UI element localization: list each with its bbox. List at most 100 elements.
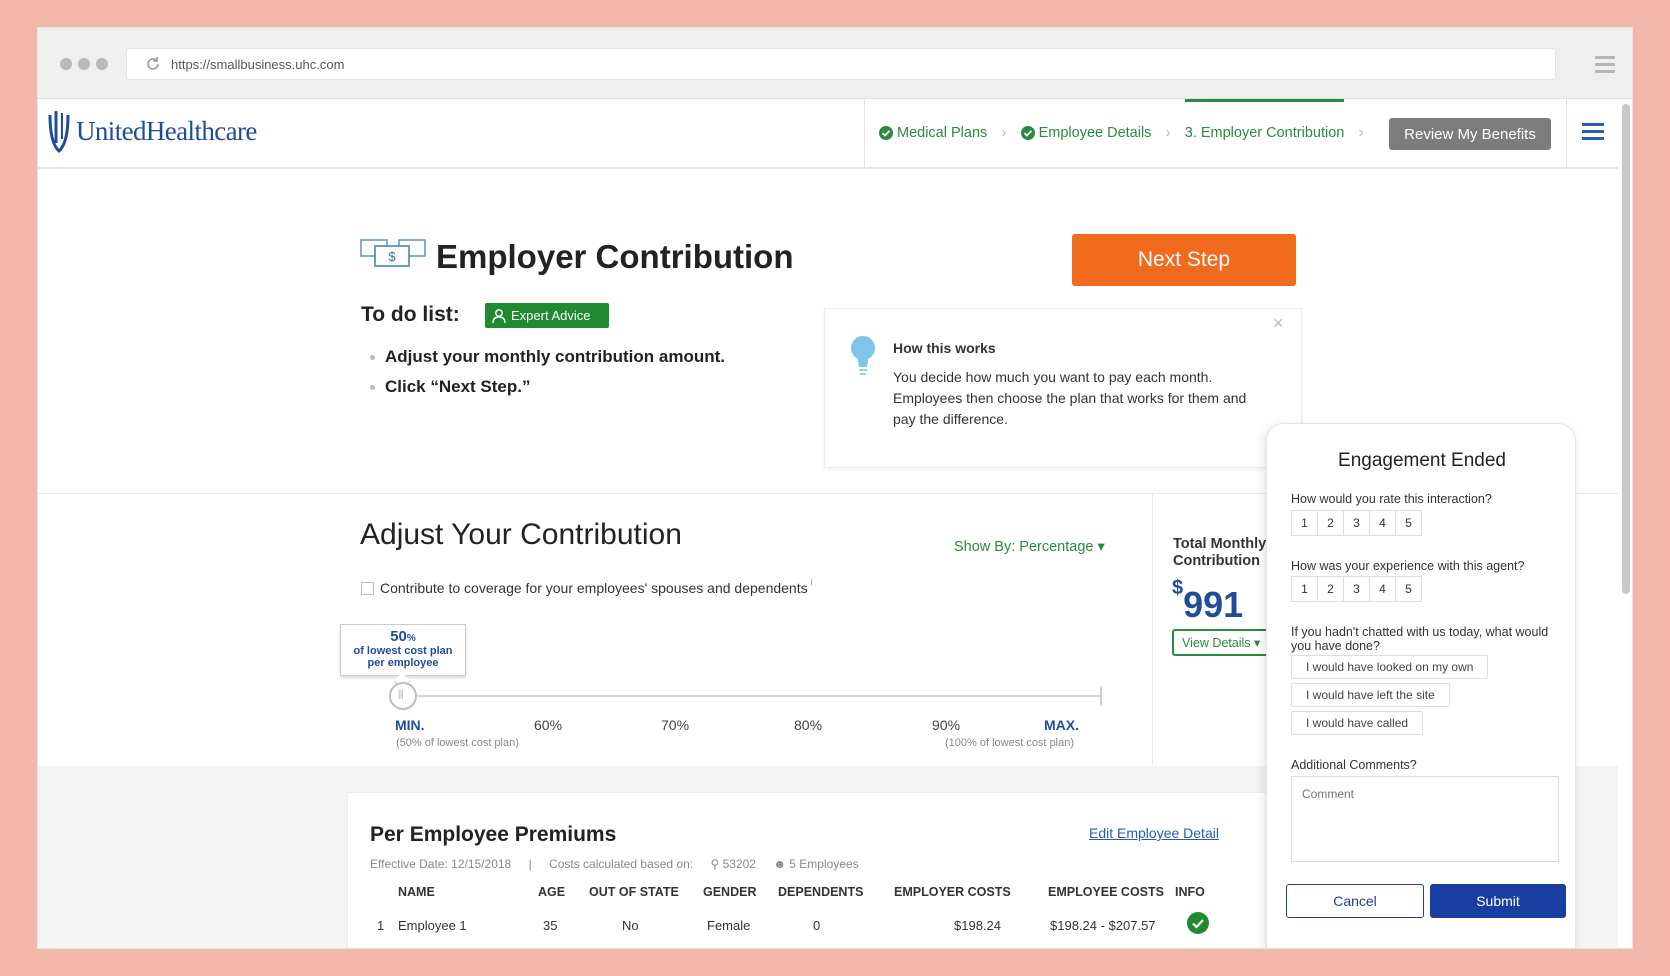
- check-circle-icon: [879, 126, 893, 140]
- option-looked-own[interactable]: I would have looked on my own: [1291, 655, 1489, 679]
- window-dot[interactable]: [60, 58, 72, 70]
- uhc-shield-icon: [48, 111, 70, 153]
- how-this-works-card: How this works You decide how much you w…: [824, 308, 1302, 468]
- step-label: Medical Plans: [897, 125, 988, 141]
- column-header-out-of-state: OUT OF STATE: [589, 885, 679, 899]
- tooltip-line-1: of lowest cost plan: [353, 645, 453, 657]
- employee-gender: Female: [707, 918, 751, 933]
- comment-field[interactable]: [1291, 776, 1559, 862]
- info-icon[interactable]: i: [811, 577, 813, 587]
- slider-tick-90: 90%: [932, 717, 961, 733]
- column-header-employer-costs: EMPLOYER COSTS: [894, 885, 1011, 899]
- rating-option[interactable]: 3: [1343, 576, 1370, 602]
- rating-option[interactable]: 4: [1369, 510, 1396, 536]
- url-text[interactable]: https://smallbusiness.uhc.com: [171, 57, 344, 72]
- show-by-dropdown[interactable]: Show By: Percentage ▾: [954, 539, 1105, 555]
- address-bar[interactable]: https://smallbusiness.uhc.com: [126, 48, 1556, 80]
- window-dot[interactable]: [78, 58, 90, 70]
- dependents-checkbox-row[interactable]: Contribute to coverage for your employee…: [361, 577, 813, 596]
- employee-age: 35: [543, 918, 558, 933]
- rating-option[interactable]: 1: [1291, 576, 1318, 602]
- page-title: Employer Contribution: [436, 238, 794, 275]
- contribution-slider-handle[interactable]: [389, 682, 417, 710]
- rating-option[interactable]: 2: [1317, 576, 1344, 602]
- column-header-name: NAME: [398, 885, 435, 899]
- logo[interactable]: UnitedHealthcare: [48, 109, 257, 153]
- progress-steps: Medical Plans › Employee Details › 3. Em…: [864, 99, 1378, 167]
- edit-employee-detail-link[interactable]: Edit Employee Detail: [1089, 825, 1219, 841]
- chevron-right-icon: ›: [1165, 124, 1171, 141]
- how-this-works-title: How this works: [893, 340, 996, 356]
- option-called[interactable]: I would have called: [1291, 711, 1424, 735]
- svg-text:$: $: [388, 249, 396, 264]
- employer-costs: $198.24: [954, 918, 1001, 933]
- rating-option[interactable]: 5: [1395, 510, 1422, 536]
- rating-question-interaction: How would you rate this interaction?: [1291, 492, 1492, 506]
- submit-button[interactable]: Submit: [1430, 884, 1566, 918]
- engagement-title: Engagement Ended: [1338, 450, 1506, 471]
- slider-end-marker: [1100, 687, 1102, 705]
- costs-based-on: Costs calculated based on:: [549, 857, 694, 871]
- rating-option[interactable]: 1: [1291, 510, 1318, 536]
- window-dot[interactable]: [96, 58, 108, 70]
- cancel-button[interactable]: Cancel: [1286, 884, 1424, 918]
- review-my-benefits-button[interactable]: Review My Benefits: [1389, 118, 1551, 150]
- view-details-button[interactable]: View Details ▾: [1172, 629, 1272, 656]
- effective-date: Effective Date: 12/15/2018: [370, 857, 512, 871]
- contribution-slider-track[interactable]: [404, 695, 1102, 697]
- step-medical-plans[interactable]: Medical Plans: [879, 125, 987, 141]
- scrollbar-thumb[interactable]: [1622, 104, 1630, 594]
- premiums-card: Per Employee Premiums Edit Employee Deta…: [347, 792, 1287, 948]
- employee-costs: $198.24 - $207.57: [1050, 918, 1156, 933]
- slider-tick-70: 70%: [661, 717, 690, 733]
- rating-option[interactable]: 3: [1343, 510, 1370, 536]
- rating-option[interactable]: 4: [1369, 576, 1396, 602]
- close-icon[interactable]: ×: [1273, 313, 1284, 334]
- zip-code: ⚲ 53202: [710, 857, 756, 871]
- employee-name: Employee 1: [398, 918, 467, 933]
- browser-menu-icon[interactable]: [1595, 56, 1615, 73]
- step-label: Employee Details: [1038, 125, 1152, 141]
- rating-option[interactable]: 2: [1317, 510, 1344, 536]
- total-label-line: Total Monthly: [1173, 536, 1267, 552]
- column-header-dependents: DEPENDENTS: [778, 885, 864, 899]
- reload-icon[interactable]: [145, 56, 161, 72]
- total-label-line: Contribution: [1173, 553, 1260, 569]
- option-left-site[interactable]: I would have left the site: [1291, 683, 1450, 707]
- rating-agent: 1 2 3 4 5: [1291, 576, 1422, 602]
- todo-list: Adjust your monthly contribution amount.…: [370, 342, 725, 402]
- column-header-age: AGE: [538, 885, 566, 899]
- hamburger-icon: [1582, 123, 1604, 144]
- column-divider: [1152, 494, 1153, 764]
- rating-option[interactable]: 5: [1395, 576, 1422, 602]
- comments-label: Additional Comments?: [1291, 758, 1417, 772]
- expert-advice-badge[interactable]: Expert Advice: [485, 303, 609, 328]
- step-employer-contribution[interactable]: 3. Employer Contribution: [1184, 99, 1345, 141]
- dependents-checkbox[interactable]: [361, 581, 374, 595]
- total-monthly-amount: $991: [1172, 577, 1243, 626]
- page-scrollbar[interactable]: [1622, 104, 1630, 604]
- step-label: 3. Employer Contribution: [1184, 125, 1345, 141]
- check-circle-icon[interactable]: [1187, 912, 1209, 934]
- site-header: UnitedHealthcare Medical Plans › Employe…: [38, 99, 1618, 169]
- advisor-icon: [492, 308, 506, 323]
- meta-separator: |: [528, 857, 532, 871]
- total-monthly-label: Total Monthly Contribution: [1173, 536, 1266, 570]
- slider-value-tooltip: 50% of lowest cost plan per employee: [340, 624, 466, 676]
- employee-out-of-state: No: [622, 918, 639, 933]
- slider-value: 50: [390, 628, 407, 645]
- engagement-survey-panel: Engagement Ended How would you rate this…: [1266, 423, 1576, 948]
- dependents-checkbox-label: Contribute to coverage for your employee…: [380, 580, 808, 596]
- rating-question-agent: How was your experience with this agent?: [1291, 559, 1525, 573]
- window-controls: [60, 58, 108, 70]
- next-step-button[interactable]: Next Step: [1072, 234, 1296, 286]
- premiums-title: Per Employee Premiums: [370, 823, 617, 846]
- premiums-meta: Effective Date: 12/15/2018 | Costs calcu…: [370, 857, 873, 871]
- todo-label: To do list:: [361, 303, 460, 326]
- step-employee-details[interactable]: Employee Details: [1020, 125, 1152, 141]
- check-circle-icon: [1020, 126, 1035, 140]
- rating-interaction: 1 2 3 4 5: [1291, 510, 1422, 536]
- site-menu-button[interactable]: [1566, 99, 1618, 167]
- chevron-right-icon: ›: [1001, 124, 1007, 141]
- chevron-right-icon: ›: [1358, 124, 1364, 141]
